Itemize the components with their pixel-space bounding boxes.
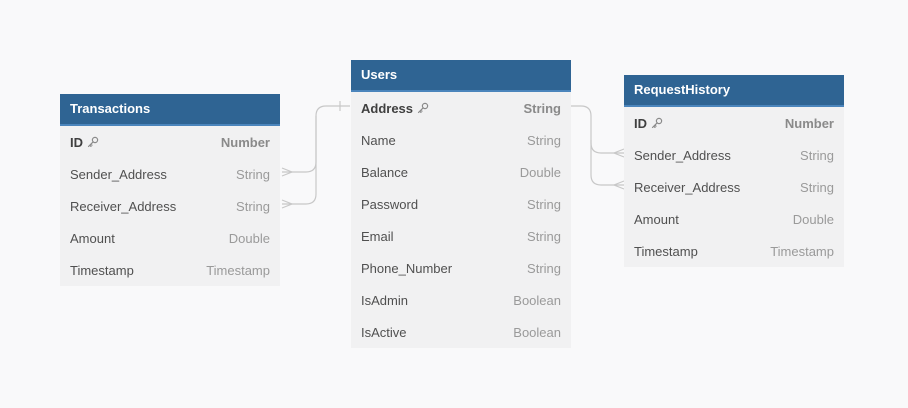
- connector-transactions-sender-to-users-address: [282, 105, 350, 173]
- field-name-label: Balance: [361, 164, 408, 180]
- field-type: String: [236, 166, 270, 182]
- field-name: ID: [634, 116, 663, 131]
- field-type: Boolean: [513, 292, 561, 308]
- table-header[interactable]: Transactions: [60, 94, 280, 126]
- field-name: Receiver_Address: [70, 199, 176, 214]
- field-row[interactable]: Address String: [351, 92, 571, 124]
- field-type: String: [236, 198, 270, 214]
- field-name: Balance: [361, 165, 408, 180]
- field-row[interactable]: Timestamp Timestamp: [60, 254, 280, 286]
- field-row[interactable]: Receiver_Address String: [624, 171, 844, 203]
- table-fields: Address String Name String Balance Double Pass…: [351, 92, 571, 350]
- field-name-label: Address: [361, 100, 414, 116]
- field-name: Receiver_Address: [634, 180, 740, 195]
- field-name-label: Password: [361, 196, 419, 212]
- field-name: Sender_Address: [70, 167, 167, 182]
- field-name-label: Timestamp: [634, 243, 698, 259]
- field-name-label: ID: [70, 134, 83, 150]
- field-row[interactable]: Phone_Number String: [351, 252, 571, 284]
- field-row[interactable]: Receiver_Address String: [60, 190, 280, 222]
- table-requesthistory[interactable]: RequestHistory ID Number Sender_Address Str…: [624, 75, 844, 267]
- field-row[interactable]: ID Number: [60, 126, 280, 158]
- field-name-label: Sender_Address: [70, 166, 167, 182]
- field-name: Amount: [634, 212, 679, 227]
- field-row[interactable]: Balance Double: [351, 156, 571, 188]
- field-row[interactable]: Email String: [351, 220, 571, 252]
- field-row[interactable]: Timestamp Timestamp: [624, 235, 844, 267]
- field-type: Double: [228, 230, 270, 246]
- connector-users-address-to-requesthistory-receiver: [590, 140, 624, 186]
- field-name-label: Amount: [634, 211, 679, 227]
- field-type: String: [800, 147, 834, 163]
- field-name-label: Phone_Number: [361, 260, 453, 276]
- crowfoot-transactions-receiver: [281, 199, 294, 209]
- primary-key-icon: [87, 136, 99, 148]
- field-type: Double: [519, 164, 561, 180]
- field-name-label: Timestamp: [70, 262, 134, 278]
- field-name-label: Receiver_Address: [70, 198, 177, 214]
- field-type: String: [527, 260, 561, 276]
- primary-key-icon: [417, 102, 429, 114]
- field-name: IsActive: [361, 325, 407, 340]
- crowfoot-transactions-sender: [281, 167, 294, 177]
- field-name: Amount: [70, 231, 115, 246]
- crowfoot-requesthistory-receiver: [612, 180, 625, 190]
- field-name-label: IsActive: [361, 324, 407, 340]
- field-row[interactable]: IsAdmin Boolean: [351, 284, 571, 316]
- field-row[interactable]: Password String: [351, 188, 571, 220]
- field-name: Name: [361, 133, 396, 148]
- field-type: Timestamp: [770, 243, 834, 259]
- crowfoot-requesthistory-sender: [612, 148, 625, 158]
- field-row[interactable]: Sender_Address String: [60, 158, 280, 190]
- field-name-label: ID: [634, 115, 647, 131]
- table-header[interactable]: RequestHistory: [624, 75, 844, 107]
- field-name: Timestamp: [634, 244, 698, 259]
- field-row[interactable]: IsActive Boolean: [351, 316, 571, 348]
- field-name: Password: [361, 197, 418, 212]
- field-name: Sender_Address: [634, 148, 731, 163]
- table-fields: ID Number Sender_Address String Receiver_Add…: [624, 107, 844, 269]
- field-name: Address: [361, 101, 429, 116]
- field-name-label: IsAdmin: [361, 292, 408, 308]
- field-name: Phone_Number: [361, 261, 452, 276]
- table-header[interactable]: Users: [351, 60, 571, 92]
- field-row[interactable]: Sender_Address String: [624, 139, 844, 171]
- field-name: Email: [361, 229, 394, 244]
- field-type: Number: [220, 134, 270, 150]
- field-type: Number: [784, 115, 834, 131]
- field-name-label: Amount: [70, 230, 115, 246]
- field-type: Timestamp: [206, 262, 270, 278]
- table-fields: ID Number Sender_Address String Receiver_Add…: [60, 126, 280, 288]
- field-row[interactable]: ID Number: [624, 107, 844, 139]
- field-name-label: Name: [361, 132, 396, 148]
- field-row[interactable]: Amount Double: [624, 203, 844, 235]
- field-row[interactable]: Amount Double: [60, 222, 280, 254]
- field-name-label: Receiver_Address: [634, 179, 741, 195]
- table-users[interactable]: Users Address String Name String Balance Doub…: [351, 60, 571, 348]
- connector-transactions-receiver-to-users-address: [282, 116, 317, 205]
- field-type: Boolean: [513, 324, 561, 340]
- primary-key-icon: [651, 117, 663, 129]
- field-name-label: Sender_Address: [634, 147, 731, 163]
- field-type: String: [527, 196, 561, 212]
- field-type: Double: [792, 211, 834, 227]
- table-transactions[interactable]: Transactions ID Number Sender_Address Strin…: [60, 94, 280, 286]
- field-row[interactable]: Name String: [351, 124, 571, 156]
- field-type: String: [527, 132, 561, 148]
- field-type: String: [523, 100, 561, 116]
- field-type: String: [527, 228, 561, 244]
- field-name: ID: [70, 135, 99, 150]
- field-name: IsAdmin: [361, 293, 408, 308]
- field-name: Timestamp: [70, 263, 134, 278]
- field-name-label: Email: [361, 228, 394, 244]
- diagram-canvas[interactable]: Transactions ID Number Sender_Address Strin…: [0, 0, 908, 408]
- field-type: String: [800, 179, 834, 195]
